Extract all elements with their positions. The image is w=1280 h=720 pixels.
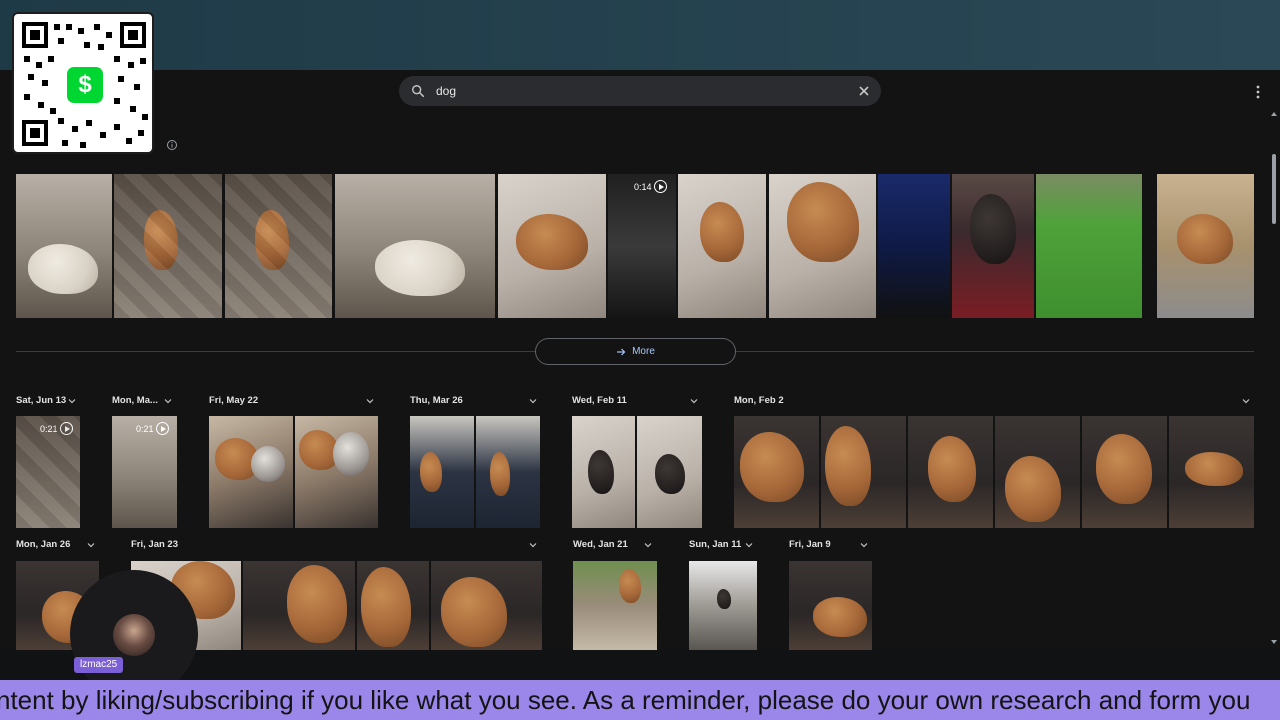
stream-top-band: [0, 0, 1280, 70]
photo-thumbnail[interactable]: [335, 174, 495, 318]
photo-thumbnail[interactable]: [689, 561, 757, 650]
photo-thumbnail[interactable]: [789, 561, 872, 650]
photo-thumbnail[interactable]: [908, 416, 993, 528]
photo-thumbnail[interactable]: [678, 174, 766, 318]
photo-thumbnail[interactable]: [995, 416, 1080, 528]
date-header: Wed, Feb 11: [572, 395, 627, 406]
photo-thumbnail[interactable]: [410, 416, 474, 528]
photo-thumbnail[interactable]: [1157, 174, 1254, 318]
photo-thumbnail[interactable]: [114, 174, 222, 318]
video-thumbnail[interactable]: 0:21: [16, 416, 80, 528]
scroll-up-arrow-icon[interactable]: [1271, 112, 1277, 116]
photos-app: dog h 0:14 More Sat, Jun 13 Mon, Ma... F…: [0, 70, 1280, 650]
photo-thumbnail[interactable]: [637, 416, 702, 528]
chevron-down-icon[interactable]: [163, 396, 173, 406]
chevron-down-icon[interactable]: [859, 540, 869, 550]
play-icon: [156, 422, 169, 435]
search-input[interactable]: dog: [436, 84, 456, 98]
chevron-down-icon[interactable]: [689, 396, 699, 406]
scrollbar-thumb[interactable]: [1272, 154, 1276, 224]
chevron-down-icon[interactable]: [528, 396, 538, 406]
video-duration: 0:14: [634, 182, 652, 192]
info-icon[interactable]: [166, 139, 178, 151]
video-duration: 0:21: [40, 424, 58, 434]
photo-thumbnail[interactable]: [1036, 174, 1142, 318]
date-header: Wed, Jan 21: [573, 539, 628, 550]
photo-thumbnail[interactable]: [16, 174, 112, 318]
date-header: Mon, Jan 26: [16, 539, 71, 550]
cashapp-logo-icon: $: [67, 67, 103, 103]
more-vert-icon[interactable]: [1251, 82, 1265, 102]
play-icon: [60, 422, 73, 435]
video-thumbnail[interactable]: 0:14: [608, 174, 676, 318]
scrollbar[interactable]: [1270, 110, 1278, 650]
photo-thumbnail[interactable]: [1082, 416, 1167, 528]
photo-thumbnail[interactable]: [878, 174, 950, 318]
more-button[interactable]: More: [535, 338, 736, 365]
chevron-down-icon[interactable]: [365, 396, 375, 406]
photo-thumbnail[interactable]: [769, 174, 876, 318]
date-header: Mon, Ma...: [112, 395, 158, 406]
photo-thumbnail[interactable]: [243, 561, 355, 650]
photo-thumbnail[interactable]: [476, 416, 540, 528]
play-icon: [654, 180, 667, 193]
photo-thumbnail[interactable]: [295, 416, 378, 528]
photo-thumbnail[interactable]: [498, 174, 606, 318]
ticker-text: ntent by liking/subscribing if you like …: [0, 685, 1251, 715]
video-thumbnail[interactable]: 0:21: [112, 416, 177, 528]
search-bar[interactable]: dog: [399, 76, 881, 106]
date-header: Fri, Jan 23: [131, 539, 178, 550]
photo-thumbnail[interactable]: [209, 416, 293, 528]
photo-thumbnail[interactable]: [821, 416, 906, 528]
arrow-right-icon: [617, 348, 626, 355]
chevron-down-icon[interactable]: [744, 540, 754, 550]
avatar: [113, 614, 155, 656]
date-header: Mon, Feb 2: [734, 395, 784, 406]
cashapp-qr-code: $: [12, 12, 154, 154]
photo-thumbnail[interactable]: [431, 561, 542, 650]
more-button-label: More: [632, 346, 655, 357]
chevron-down-icon[interactable]: [67, 396, 77, 406]
scrolling-ticker: ntent by liking/subscribing if you like …: [0, 680, 1280, 720]
streamer-username: lzmac25: [74, 657, 124, 673]
date-header: Fri, Jan 9: [789, 539, 831, 550]
search-icon: [412, 85, 425, 98]
photo-thumbnail[interactable]: [734, 416, 819, 528]
photo-thumbnail[interactable]: [1169, 416, 1254, 528]
video-duration: 0:21: [136, 424, 154, 434]
photo-thumbnail[interactable]: [572, 416, 635, 528]
date-header: Sat, Jun 13: [16, 395, 67, 406]
scroll-down-arrow-icon[interactable]: [1271, 640, 1277, 644]
photo-thumbnail[interactable]: [952, 174, 1034, 318]
date-header: Thu, Mar 26: [410, 395, 463, 406]
top-results-row: 0:14: [16, 174, 1254, 318]
close-icon[interactable]: [855, 82, 873, 100]
chevron-down-icon[interactable]: [1241, 396, 1251, 406]
chevron-down-icon[interactable]: [86, 540, 96, 550]
date-header: Sun, Jan 11: [689, 539, 742, 550]
photo-thumbnail[interactable]: [225, 174, 332, 318]
photo-thumbnail[interactable]: [573, 561, 657, 650]
chevron-down-icon[interactable]: [643, 540, 653, 550]
photo-thumbnail[interactable]: [357, 561, 429, 650]
date-header: Fri, May 22: [209, 395, 259, 406]
chevron-down-icon[interactable]: [528, 540, 538, 550]
